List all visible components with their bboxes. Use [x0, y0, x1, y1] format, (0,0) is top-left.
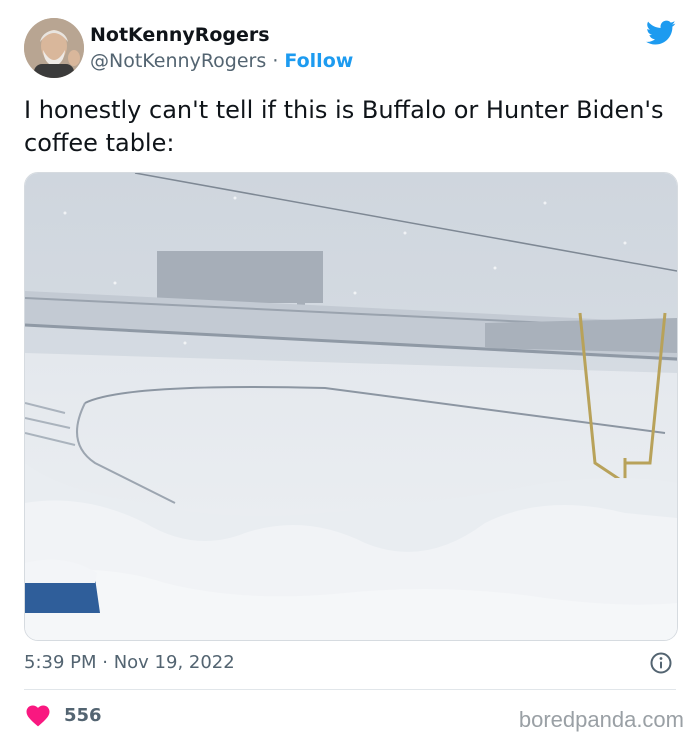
divider [24, 689, 676, 690]
separator-dot: · [272, 50, 279, 72]
tweet-timestamp[interactable]: 5:39 PM · Nov 19, 2022 [24, 652, 235, 673]
watermark: boredpanda.com [518, 707, 684, 732]
follow-button[interactable]: Follow [284, 50, 353, 72]
avatar[interactable] [24, 18, 84, 78]
heart-icon[interactable] [26, 705, 50, 727]
author-display-name[interactable]: NotKennyRogers [90, 24, 270, 46]
snow-covered-stadium-photo [25, 173, 677, 640]
person-avatar [24, 18, 84, 78]
like-count: 556 [64, 705, 102, 726]
author-handle-row: @NotKennyRogers · Follow [90, 50, 353, 72]
tweet-text: I honestly can't tell if this is Buffalo… [24, 96, 664, 157]
author-handle[interactable]: @NotKennyRogers [90, 50, 266, 72]
info-icon[interactable] [650, 652, 672, 674]
tweet-media[interactable] [24, 172, 678, 641]
twitter-bird-icon[interactable] [646, 20, 676, 46]
